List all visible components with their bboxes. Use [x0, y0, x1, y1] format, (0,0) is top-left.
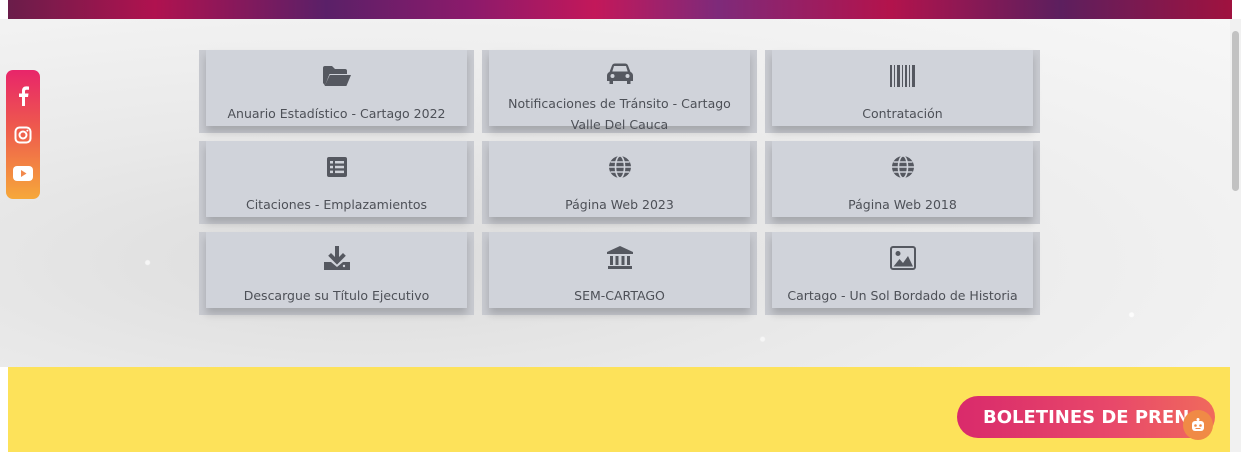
youtube-icon[interactable] [12, 163, 34, 185]
tile-anuario[interactable]: Anuario Estadístico - Cartago 2022 [199, 50, 474, 133]
tile-web-2023[interactable]: Página Web 2023 [482, 141, 757, 224]
tile-label: Página Web 2018 [848, 197, 957, 212]
tile-label: Anuario Estadístico - Cartago 2022 [227, 106, 446, 121]
list-icon [326, 154, 348, 180]
social-sidebar [6, 70, 40, 199]
tile-citaciones[interactable]: Citaciones - Emplazamientos [199, 141, 474, 224]
bank-icon [606, 245, 633, 271]
chatbot-icon[interactable] [1183, 410, 1213, 440]
tile-sem-cartago[interactable]: SEM-CARTAGO [482, 232, 757, 315]
page-scrollbar[interactable] [1230, 19, 1241, 452]
tile-label: Página Web 2023 [565, 197, 674, 212]
services-grid: Anuario Estadístico - Cartago 2022 Notif… [199, 50, 1041, 315]
tile-label: Citaciones - Emplazamientos [245, 197, 428, 212]
tile-contratacion[interactable]: Contratación [765, 50, 1040, 133]
tile-web-2018[interactable]: Página Web 2018 [765, 141, 1040, 224]
tile-titulo-ejecutivo[interactable]: Descargue su Título Ejecutivo [199, 232, 474, 315]
facebook-icon[interactable] [12, 85, 34, 107]
tile-label: Descargue su Título Ejecutivo [243, 288, 430, 303]
tile-sol-bordado[interactable]: Cartago - Un Sol Bordado de Historia [765, 232, 1040, 315]
tile-label: Notificaciones de Tránsito - Cartago Val… [508, 96, 731, 132]
top-banner [8, 0, 1232, 19]
tile-label: SEM-CARTAGO [574, 288, 665, 303]
instagram-icon[interactable] [12, 124, 34, 146]
folder-open-icon [322, 63, 352, 89]
car-icon [606, 63, 633, 85]
scrollbar-thumb[interactable] [1232, 31, 1239, 191]
press-releases-button[interactable]: BOLETINES DE PREN [957, 396, 1215, 438]
tile-notificaciones[interactable]: Notificaciones de Tránsito - Cartago Val… [482, 50, 757, 133]
press-button-label: BOLETINES DE PREN [983, 406, 1190, 428]
image-icon [889, 245, 916, 271]
barcode-icon [889, 63, 916, 89]
download-icon [323, 245, 350, 271]
tile-label: Cartago - Un Sol Bordado de Historia [787, 288, 1018, 303]
globe-icon [891, 154, 915, 180]
globe-icon [608, 154, 632, 180]
tile-label: Contratación [862, 106, 943, 121]
